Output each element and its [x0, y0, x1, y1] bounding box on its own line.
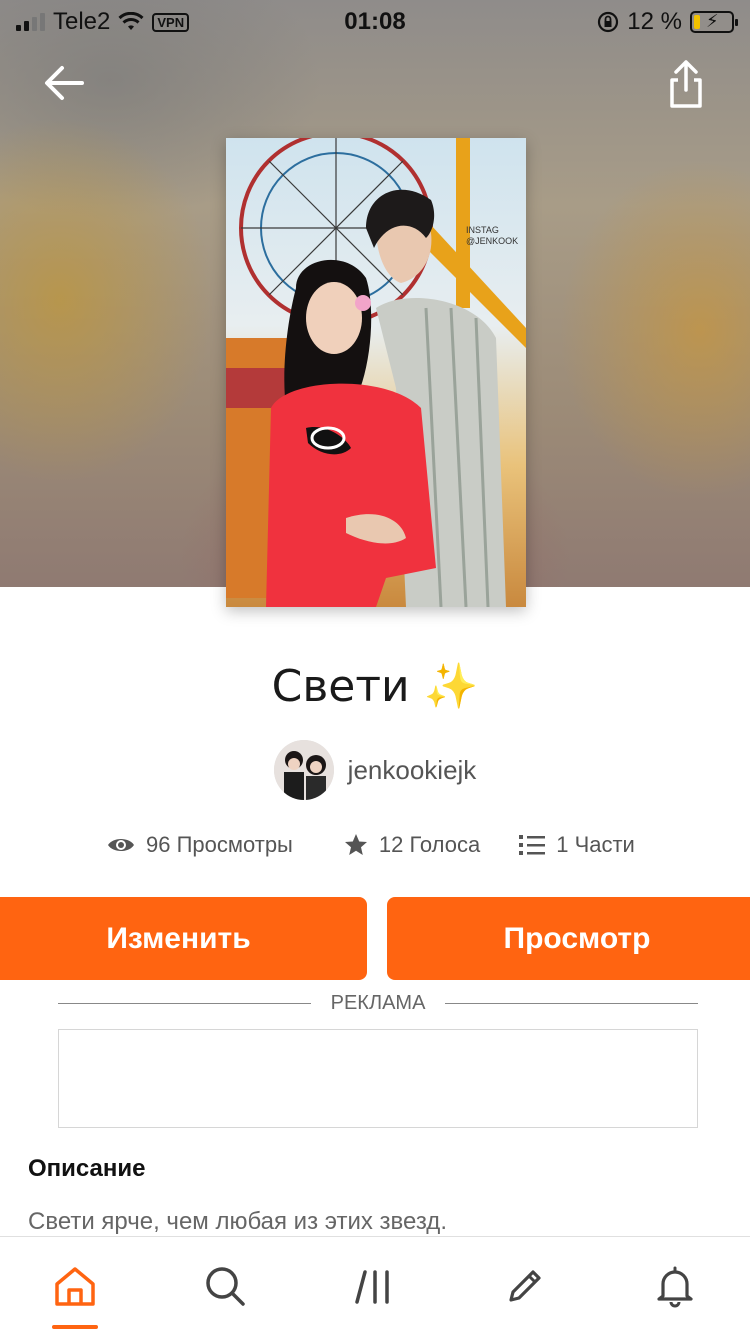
view-button[interactable]: Просмотр: [387, 897, 750, 980]
story-cover-image[interactable]: INSTAG @JENKOOK: [226, 138, 526, 607]
library-icon: [355, 1269, 389, 1304]
ad-label: РЕКЛАМА: [330, 992, 426, 1014]
home-icon: [55, 1266, 95, 1306]
share-icon: [670, 60, 702, 108]
votes-count: 12 Голоса: [378, 832, 481, 857]
nav-home[interactable]: [25, 1237, 125, 1334]
cover-watermark-line2: @JENKOOK: [466, 236, 518, 246]
nav-write[interactable]: [475, 1237, 575, 1334]
share-button[interactable]: [662, 56, 710, 112]
pencil-icon: [509, 1269, 541, 1302]
divider-right: [445, 1003, 699, 1004]
battery-percent: 12 %: [627, 8, 682, 35]
divider-left: [58, 1003, 311, 1004]
search-icon: [206, 1266, 245, 1306]
author-row[interactable]: jenkookiejk: [0, 740, 750, 800]
votes-stat: 12 Голоса: [343, 832, 480, 858]
wifi-icon: [118, 12, 144, 30]
cellular-signal-icon: [16, 13, 45, 31]
avatar-image: [273, 740, 334, 800]
views-count: 96 Просмотры: [146, 832, 293, 857]
nav-active-indicator: [52, 1324, 98, 1329]
vpn-badge: VPN: [152, 12, 190, 32]
edit-button[interactable]: Изменить: [0, 897, 367, 980]
back-button[interactable]: [40, 58, 90, 108]
cover-illustration: INSTAG @JENKOOK: [226, 138, 526, 607]
eye-icon: [108, 839, 134, 851]
arrow-left-icon: [45, 66, 84, 100]
nav-notifications[interactable]: [625, 1237, 725, 1334]
carrier-label: Tele2: [53, 8, 111, 35]
description-heading: Описание: [28, 1155, 146, 1182]
story-stats: 96 Просмотры 12 Голоса 1 Части: [106, 832, 635, 858]
description-text: Свети ярче, чем любая из этих звезд.: [28, 1208, 447, 1235]
battery-icon: ⚡: [690, 11, 738, 33]
nav-search[interactable]: [175, 1237, 275, 1334]
cover-watermark-line1: INSTAG: [466, 225, 499, 235]
author-avatar[interactable]: [273, 740, 334, 800]
ad-banner[interactable]: [58, 1029, 698, 1128]
bottom-navigation: [0, 1236, 750, 1334]
orientation-lock-icon: [598, 11, 619, 33]
nav-library[interactable]: [325, 1237, 425, 1334]
bell-icon: [657, 1266, 693, 1307]
status-bar: Tele2 VPN 01:08 12 % ⚡: [0, 0, 750, 44]
list-icon: [519, 835, 546, 855]
author-name[interactable]: jenkookiejk: [348, 755, 477, 786]
star-icon: [344, 834, 367, 855]
parts-count: 1 Части: [556, 832, 635, 857]
story-title: Свети ✨: [271, 661, 479, 712]
parts-stat: 1 Части: [518, 832, 635, 858]
views-stat: 96 Просмотры: [106, 832, 293, 858]
ad-label-row: РЕКЛАМА: [58, 992, 699, 1015]
